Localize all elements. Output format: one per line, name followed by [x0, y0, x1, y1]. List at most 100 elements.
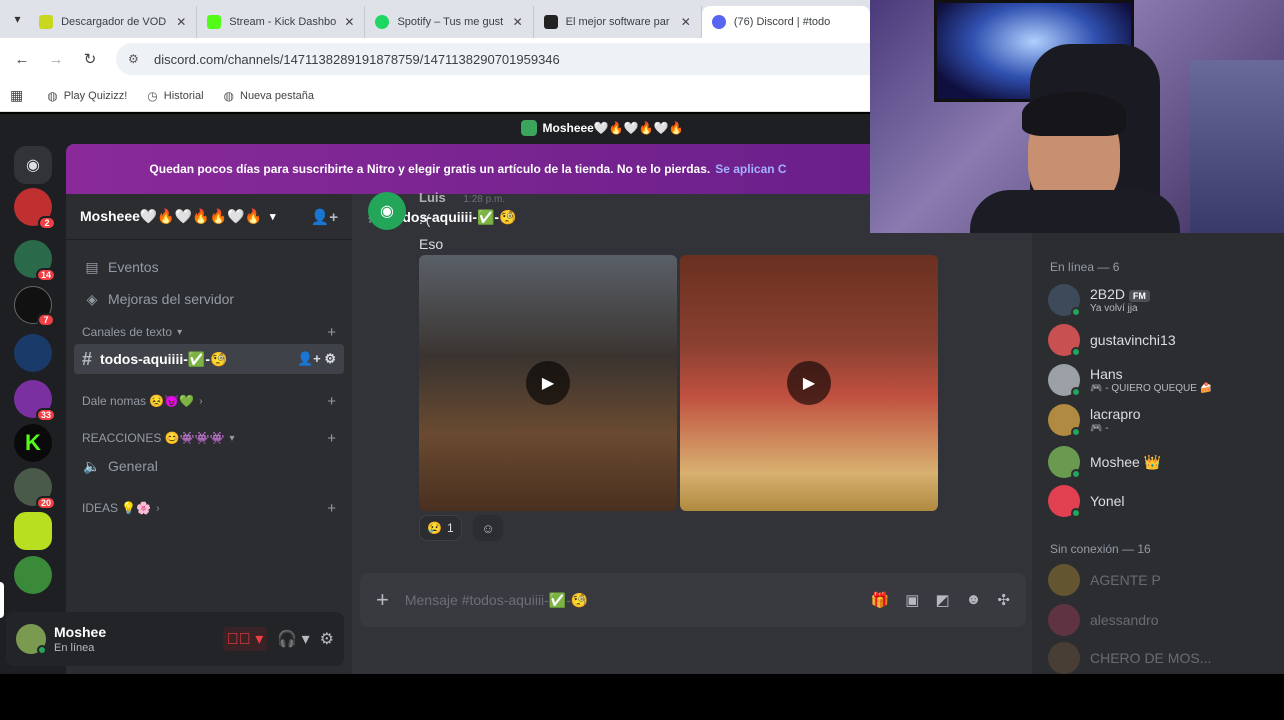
- server-icon[interactable]: 7: [14, 286, 55, 327]
- forward-arrow-icon[interactable]: →: [42, 45, 70, 73]
- member-item[interactable]: gustavinchi13: [1048, 320, 1278, 360]
- discord-home-icon[interactable]: ◉: [14, 146, 52, 184]
- voice-channel-general[interactable]: 🔈 General: [74, 451, 344, 481]
- video-attachment[interactable]: ▶: [419, 255, 677, 511]
- sidebar-item-label: Mejoras del servidor: [108, 291, 235, 307]
- tab-title: (76) Discord | #todo: [733, 16, 831, 28]
- server-icon[interactable]: 2: [14, 188, 56, 230]
- member-name: Moshee 👑: [1090, 453, 1162, 470]
- nitro-banner[interactable]: Quedan pocos días para suscribirte a Nit…: [66, 144, 870, 194]
- create-channel-plus-icon[interactable]: +: [327, 430, 336, 447]
- apps-icon[interactable]: ✣: [997, 591, 1010, 609]
- invite-people-icon[interactable]: 👤+: [311, 208, 338, 226]
- browser-tab-kick[interactable]: Stream - Kick Dashbo ✕: [197, 6, 366, 38]
- message-author[interactable]: Luis 1:28 p.m.: [419, 190, 505, 205]
- video-attachment[interactable]: ▶: [680, 255, 938, 511]
- server-icon[interactable]: [14, 334, 52, 372]
- server-header[interactable]: Mosheee🤍🔥🤍🔥🔥🤍🔥 ▾ 👤+: [66, 194, 352, 240]
- emoji-icon[interactable]: ☻: [966, 591, 982, 609]
- member-activity: Ya volví jja: [1090, 303, 1138, 314]
- reaction-pill[interactable]: 😢 1: [419, 515, 462, 541]
- avatar[interactable]: ◉: [368, 192, 406, 230]
- nitro-banner-link[interactable]: Se aplican C: [715, 162, 786, 176]
- browser-tab-discord[interactable]: (76) Discord | #todo: [701, 6, 870, 38]
- reload-icon[interactable]: ↻: [76, 45, 104, 73]
- member-activity: 🎮 -: [1090, 423, 1109, 434]
- play-icon[interactable]: ▶: [787, 361, 831, 405]
- server-icon[interactable]: 33: [14, 380, 56, 422]
- category-ideas[interactable]: IDEAS 💡🌸 › +: [74, 498, 344, 518]
- chat-area: # todos-aquiiii-✅-🧐 ◉ Luis 1:28 p.m. :'(…: [352, 190, 1032, 674]
- speaker-icon: 🔈: [83, 457, 101, 474]
- apps-grid-icon[interactable]: ▦: [10, 87, 23, 104]
- headphones-icon[interactable]: 🎧 ▾: [277, 629, 309, 649]
- channel-settings-gear-icon[interactable]: 👤+ ⚙: [297, 351, 336, 367]
- member-item[interactable]: Yonel: [1048, 481, 1278, 521]
- tab-close-icon[interactable]: ✕: [176, 15, 186, 29]
- gear-icon[interactable]: ⚙: [320, 629, 334, 649]
- tab-close-icon[interactable]: ✕: [681, 15, 691, 29]
- category-dale-nomas[interactable]: Dale nomas 😣😈💚 › +: [74, 391, 344, 411]
- bookmark-historial[interactable]: ◷ Historial: [147, 89, 203, 103]
- create-channel-plus-icon[interactable]: +: [327, 393, 336, 410]
- gif-icon[interactable]: ▣: [905, 591, 919, 609]
- member-item[interactable]: lacrapro 🎮 -: [1048, 400, 1278, 440]
- member-item[interactable]: Moshee 👑: [1048, 442, 1278, 482]
- mention-badge: 14: [35, 268, 56, 282]
- sidebar-item-events[interactable]: ▤ Eventos: [74, 252, 344, 282]
- tab-title: Descargador de VOD: [61, 16, 167, 28]
- play-icon[interactable]: ▶: [526, 361, 570, 405]
- composer-tools: 🎁 ▣ ◩ ☻ ✣: [871, 591, 1010, 609]
- address-url: discord.com/channels/1471138289191878759…: [154, 51, 560, 67]
- bookmark-play-quizizz[interactable]: ◍ Play Quizizz!: [47, 89, 127, 103]
- channel-sidebar: Mosheee🤍🔥🤍🔥🔥🤍🔥 ▾ 👤+ ▤ Eventos ◈ Mejoras …: [66, 194, 352, 674]
- author-name: Luis: [419, 190, 446, 205]
- address-bar[interactable]: ⚙ discord.com/channels/14711382891918787…: [116, 43, 870, 75]
- server-icon[interactable]: [14, 512, 52, 550]
- server-icon[interactable]: [14, 556, 52, 594]
- member-item[interactable]: CHERO DE MOS...: [1048, 638, 1278, 678]
- sticker-icon[interactable]: ◩: [935, 591, 949, 609]
- member-item[interactable]: Hans 🎮 - QUIERO QUEQUE 🍰: [1048, 360, 1278, 400]
- browser-tab-software[interactable]: El mejor software par ✕: [534, 6, 702, 38]
- chevron-right-icon: ›: [199, 395, 203, 407]
- member-item[interactable]: 2B2D FM Ya volví jja: [1048, 280, 1278, 320]
- tab-close-icon[interactable]: ✕: [344, 15, 354, 29]
- back-arrow-icon[interactable]: ←: [8, 45, 36, 73]
- message-composer[interactable]: + Mensaje #todos-aquiiii-✅-🧐 🎁 ▣ ◩ ☻ ✣: [360, 573, 1026, 627]
- channel-label: todos-aquiiii-✅-🧐: [100, 350, 228, 367]
- composer-placeholder: Mensaje #todos-aquiiii-✅-🧐: [404, 591, 589, 608]
- gift-icon[interactable]: 🎁: [871, 591, 890, 609]
- site-info-icon[interactable]: ⚙: [128, 52, 144, 66]
- browser-tab-spotify[interactable]: Spotify – Tus me gust ✕: [365, 6, 534, 38]
- upload-plus-icon[interactable]: +: [376, 587, 389, 613]
- user-info[interactable]: Moshee En línea: [54, 624, 106, 654]
- calendar-icon: ▤: [85, 258, 99, 275]
- chevron-down-icon: ▾: [229, 432, 235, 444]
- tab-search-chevron-icon[interactable]: ▾: [6, 6, 29, 32]
- member-item[interactable]: AGENTE P: [1048, 560, 1278, 600]
- sidebar-item-boosts[interactable]: ◈ Mejoras del servidor: [74, 284, 344, 314]
- channel-todos-aquiiii[interactable]: # todos-aquiiii-✅-🧐 👤+ ⚙: [74, 344, 344, 374]
- tab-favicon-icon: [375, 15, 390, 29]
- user-panel: Moshee En línea 🎙⃠ ▾ 🎧 ▾ ⚙: [6, 612, 344, 666]
- browser-tab-vod[interactable]: Descargador de VOD ✕: [29, 6, 198, 38]
- member-name: alessandro: [1090, 612, 1159, 628]
- add-reaction-icon[interactable]: ☺: [473, 515, 503, 541]
- server-icon[interactable]: 20: [14, 468, 56, 510]
- category-text-channels[interactable]: Canales de texto ▾ +: [74, 322, 344, 342]
- member-name: AGENTE P: [1090, 572, 1161, 588]
- chevron-right-icon: ›: [156, 502, 160, 514]
- avatar[interactable]: [16, 624, 47, 655]
- member-activity: 🎮 - QUIERO QUEQUE 🍰: [1090, 383, 1213, 394]
- member-item[interactable]: alessandro: [1048, 600, 1278, 640]
- microphone-muted-icon[interactable]: 🎙⃠ ▾: [222, 627, 268, 651]
- kick-server-icon[interactable]: K: [14, 424, 52, 462]
- tab-close-icon[interactable]: ✕: [513, 15, 523, 29]
- create-channel-plus-icon[interactable]: +: [327, 324, 336, 341]
- create-channel-plus-icon[interactable]: +: [327, 500, 336, 517]
- server-icon[interactable]: 14: [14, 240, 56, 282]
- category-reacciones[interactable]: REACCIONES 😊👾👾👾 ▾ +: [74, 428, 344, 448]
- nitro-banner-text: Quedan pocos días para suscribirte a Nit…: [149, 162, 711, 176]
- bookmark-nueva-pestana[interactable]: ◍ Nueva pestaña: [224, 89, 314, 103]
